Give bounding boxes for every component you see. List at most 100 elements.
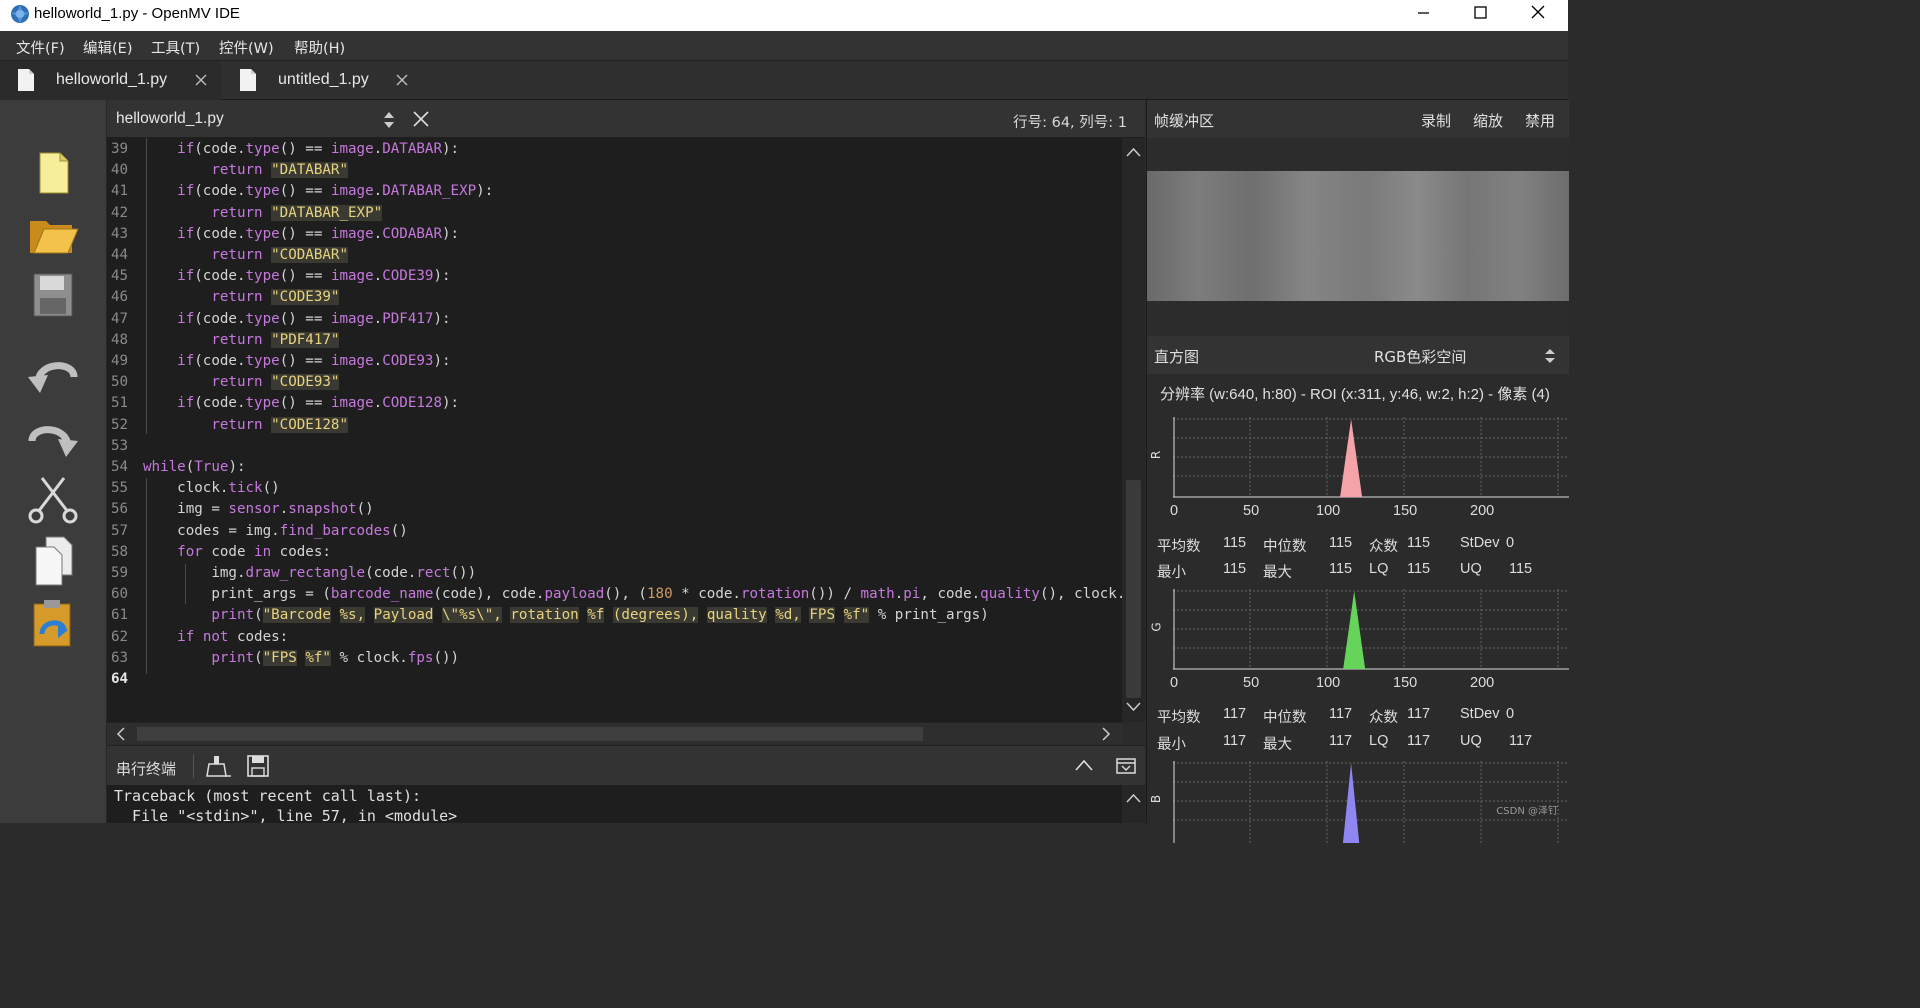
stat-label: LQ [1369, 733, 1389, 749]
stat-value: 117 [1509, 733, 1533, 749]
menu-help[interactable]: 帮助(H) [294, 37, 345, 58]
copy-icon [35, 536, 73, 586]
window-title: helloworld_1.py - OpenMV IDE [34, 5, 240, 22]
open-folder-icon [30, 221, 79, 254]
new-file-button[interactable] [24, 145, 82, 201]
save-button[interactable] [24, 268, 82, 324]
chevron-up-icon[interactable] [1074, 758, 1094, 772]
code-line: clock.tick() [143, 480, 280, 496]
code-line: return "PDF417" [211, 332, 340, 348]
scroll-thumb[interactable] [1126, 480, 1141, 698]
line-number: 59 [111, 565, 129, 581]
file-switch-icon[interactable] [381, 110, 397, 130]
code-line: if not codes: [177, 629, 289, 645]
watermark: CSDN @泽钉 [1496, 806, 1558, 817]
undo-button[interactable] [24, 347, 82, 403]
code-line: if(code.type() == image.PDF417): [177, 311, 451, 327]
frame-buffer-view[interactable] [1147, 138, 1569, 336]
code-editor[interactable]: 39 40 41 42 43 44 45 46 47 48 49 50 51 5… [107, 138, 1122, 722]
serial-terminal-header: 串行终端 [107, 745, 1145, 785]
tab-untitled[interactable]: untitled_1.py [222, 61, 422, 100]
stat-label: 最小 [1157, 565, 1186, 581]
line-number: 56 [111, 501, 129, 517]
line-number: 57 [111, 523, 129, 539]
channel-label-r: R [1149, 450, 1164, 460]
chevron-up-icon[interactable] [1125, 146, 1142, 158]
file-icon [18, 69, 34, 91]
stat-value: 117 [1329, 706, 1353, 722]
editor-horizontal-scrollbar[interactable] [107, 722, 1122, 744]
disable-button[interactable]: 禁用 [1525, 110, 1555, 131]
stat-label: 平均数 [1157, 710, 1201, 726]
close-tab-icon[interactable] [194, 73, 208, 87]
minimize-button[interactable] [1396, 0, 1452, 31]
tab-helloworld[interactable]: helloworld_1.py [0, 61, 221, 100]
file-tab-bar: helloworld_1.py untitled_1.py [0, 61, 1568, 100]
save-terminal-icon[interactable] [246, 754, 270, 778]
line-number: 58 [111, 544, 129, 560]
editor-filename[interactable]: helloworld_1.py [116, 110, 224, 128]
open-file-button[interactable] [24, 205, 82, 261]
histogram-header: 直方图 RGB色彩空间 [1147, 336, 1569, 374]
line-number: 63 [111, 650, 129, 666]
scroll-thumb[interactable] [137, 727, 923, 741]
histogram-title: 直方图 [1154, 348, 1200, 366]
file-icon [240, 69, 256, 91]
tick-label: 200 [1470, 675, 1495, 691]
stat-label: UQ [1460, 561, 1482, 577]
menu-edit[interactable]: 编辑(E) [83, 37, 132, 58]
close-tab-icon[interactable] [395, 73, 409, 87]
line-number: 54 [111, 459, 129, 475]
code-line: print_args = (barcode_name(code), code.p… [143, 586, 1122, 602]
stat-value: 0 [1506, 706, 1515, 722]
close-window-button[interactable] [1510, 0, 1566, 31]
maximize-button[interactable] [1453, 0, 1509, 31]
stat-value: 115 [1407, 561, 1431, 577]
chevron-updown-icon[interactable] [1543, 347, 1557, 365]
new-file-icon [39, 152, 69, 194]
menu-widgets[interactable]: 控件(W) [219, 37, 274, 58]
redo-button[interactable] [24, 407, 82, 463]
close-editor-icon[interactable] [411, 109, 431, 129]
terminal-scrollbar[interactable] [1122, 785, 1145, 823]
line-number: 46 [111, 289, 129, 305]
stat-value: 115 [1509, 561, 1533, 577]
zoom-button[interactable]: 缩放 [1473, 110, 1503, 131]
menu-file[interactable]: 文件(F) [16, 37, 65, 58]
serial-terminal[interactable]: Traceback (most recent call last): File … [107, 785, 1122, 823]
chevron-up-icon[interactable] [1125, 792, 1142, 804]
line-number: 45 [111, 268, 129, 284]
cut-button[interactable] [24, 470, 82, 526]
copy-button[interactable] [24, 533, 82, 589]
collapse-panel-icon[interactable] [1115, 756, 1137, 776]
cut-icon [28, 477, 78, 524]
colorspace-select[interactable]: RGB色彩空间 [1374, 346, 1466, 367]
code-line: return "CODE128" [211, 417, 349, 433]
stat-value: 115 [1329, 535, 1353, 551]
clear-terminal-icon[interactable] [206, 754, 232, 778]
paste-button[interactable] [24, 596, 82, 652]
editor-vertical-scrollbar[interactable] [1122, 138, 1145, 722]
tick-label: 0 [1170, 675, 1179, 691]
undo-icon [28, 362, 78, 393]
cursor-position: 行号: 64, 列号: 1 [1013, 115, 1127, 131]
line-number: 62 [111, 629, 129, 645]
line-number: 41 [111, 183, 129, 199]
menu-bar: 文件(F) 编辑(E) 工具(T) 控件(W) 帮助(H) [0, 31, 1568, 61]
line-number: 60 [111, 586, 129, 602]
stat-value: 117 [1223, 706, 1247, 722]
stat-label: 最大 [1263, 737, 1292, 753]
stat-value: 115 [1223, 535, 1247, 551]
chevron-down-icon[interactable] [1125, 701, 1142, 713]
code-line: if(code.type() == image.DATABAR): [177, 141, 460, 157]
serial-terminal-title: 串行终端 [116, 760, 177, 778]
line-number: 50 [111, 374, 129, 390]
channel-label-g: G [1149, 622, 1164, 632]
record-button[interactable]: 录制 [1421, 110, 1451, 131]
menu-tools[interactable]: 工具(T) [151, 37, 200, 58]
chevron-right-icon[interactable] [1100, 726, 1112, 742]
frame-buffer-title: 帧缓冲区 [1154, 112, 1215, 130]
code-line: if(code.type() == image.CODE128): [177, 395, 460, 411]
chevron-left-icon[interactable] [115, 726, 127, 742]
stat-value: 117 [1407, 706, 1431, 722]
